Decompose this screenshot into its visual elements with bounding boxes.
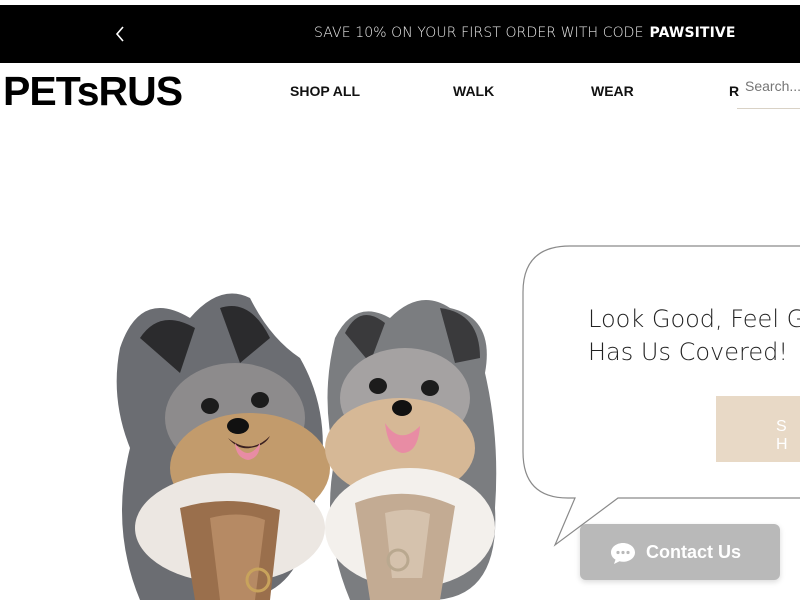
tagline-line-2: Has Us Covered! bbox=[588, 338, 788, 366]
announcement-bar: SAVE 10% ON YOUR FIRST ORDER WITH CODE PA… bbox=[0, 5, 800, 63]
hero-dogs-image bbox=[100, 278, 510, 600]
nav-wear[interactable]: WEAR bbox=[591, 83, 634, 99]
shop-now-button[interactable]: S H bbox=[716, 396, 800, 462]
chevron-left-icon[interactable] bbox=[112, 23, 130, 45]
hero-tagline: Look Good, Feel Gr Has Us Covered! bbox=[588, 303, 800, 369]
shop-button-label: S H bbox=[776, 418, 794, 453]
chat-bubble-icon bbox=[610, 541, 636, 570]
site-logo[interactable]: PETsRUS bbox=[3, 68, 184, 115]
search-box[interactable] bbox=[737, 72, 800, 109]
contact-us-button[interactable]: Contact Us bbox=[580, 524, 780, 580]
logo-part1: PETs bbox=[3, 68, 99, 114]
tagline-line-1: Look Good, Feel Gr bbox=[588, 305, 800, 333]
nav-walk[interactable]: WALK bbox=[453, 83, 494, 99]
announcement-text: SAVE 10% ON YOUR FIRST ORDER WITH CODE PA… bbox=[314, 25, 736, 41]
promo-code: PAWSITIVE bbox=[649, 25, 736, 41]
contact-us-label: Contact Us bbox=[646, 542, 742, 562]
logo-part2: RUS bbox=[98, 68, 184, 114]
search-input[interactable] bbox=[745, 78, 800, 94]
right-dog-graphic bbox=[325, 300, 497, 600]
nav-shop-all[interactable]: SHOP ALL bbox=[290, 83, 360, 99]
announcement-message: SAVE 10% ON YOUR FIRST ORDER WITH CODE bbox=[314, 25, 644, 41]
